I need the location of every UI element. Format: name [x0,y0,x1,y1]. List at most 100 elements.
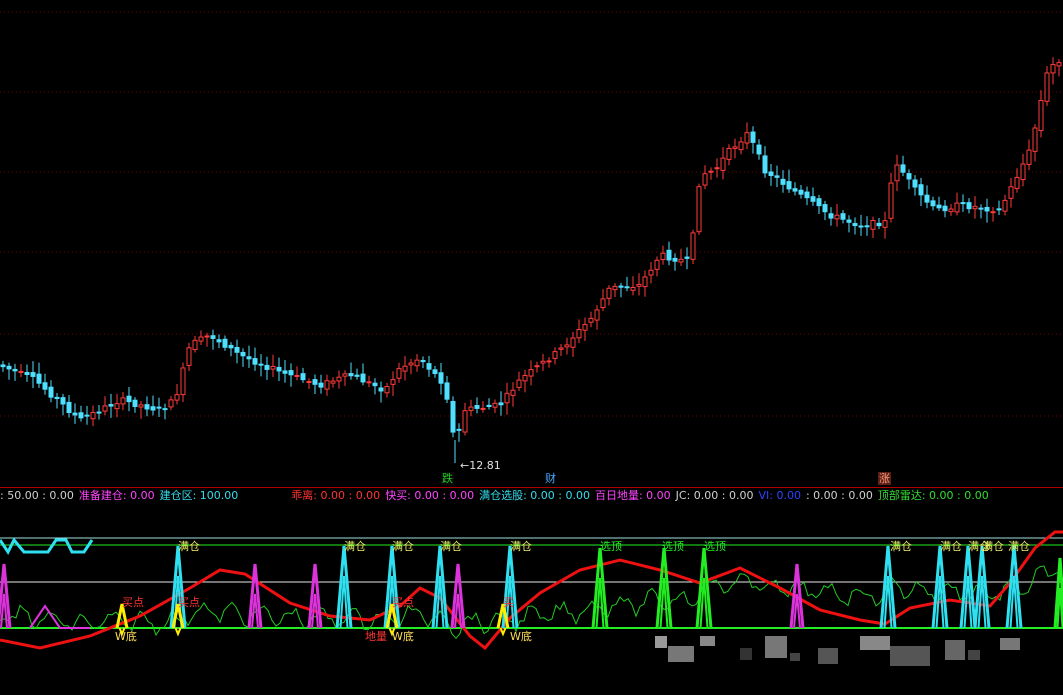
candle-down [942,205,948,212]
candle-down [924,194,930,203]
candle-up [594,309,600,321]
candle-up [462,410,468,433]
candle-down [36,373,42,384]
candle-up [294,374,300,377]
candle-down [768,171,774,177]
candle-up [882,220,888,228]
redacted-block [890,646,930,666]
candle-up [114,403,120,410]
candle-down [0,364,6,368]
label-select-top: 选顶 [662,540,684,553]
candle-up [534,365,540,368]
candle-up [516,379,522,388]
label-w-bottom: W底 [115,629,137,643]
candle-up [648,269,654,276]
event-badge-rise[interactable]: 涨 [878,472,891,485]
candle-down [312,379,318,385]
candle-down [780,178,786,185]
candle-down [822,204,828,213]
candle-up [480,407,486,410]
candle-down [918,184,924,196]
candle-down [906,173,912,180]
kline-svg [0,11,1063,463]
candle-down [6,365,12,370]
label-buy-point: 买点 [122,596,144,609]
candle-up [306,381,312,384]
candle-up [714,167,720,170]
candle-down [858,225,864,228]
label-full-position: 满仓 [344,539,366,553]
candle-up [732,146,738,149]
candle-down [234,346,240,353]
label-buy-point: 买点 [392,596,414,609]
candle-down [624,286,630,289]
candle-down [66,401,72,414]
redacted-block [968,650,980,660]
candle-up [678,258,684,263]
candle-up [1050,63,1056,74]
candle-down [474,405,480,409]
candle-up [138,404,144,408]
candle-down [684,256,690,259]
redacted-block [740,648,752,660]
candle-down [354,374,360,377]
candle-up [396,368,402,379]
candle-up [546,360,552,363]
candle-down [156,406,162,409]
candle-up [522,374,528,382]
redacted-block [860,636,890,650]
candle-down [762,155,768,174]
candle-up [954,202,960,213]
candle-up [102,405,108,412]
candle-down [24,371,30,376]
candle-down [264,364,270,370]
candle-up [582,324,588,331]
candle-down [774,175,780,178]
candle-up [168,399,174,408]
candle-down [288,370,294,376]
candle-down [978,207,984,210]
candle-down [666,249,672,261]
event-badge-finance[interactable]: 财 [544,472,557,485]
candle-up [660,252,666,261]
candle-down [84,414,90,417]
candle-up [948,208,954,213]
candle-up [402,365,408,372]
candle-down [360,373,366,383]
candle-down [252,358,258,365]
candle-up [1044,72,1050,102]
label-ground-volume: 地量 [365,630,387,643]
candle-down [846,219,852,223]
candle-down [48,386,54,398]
candle-down [486,404,492,407]
candle-up [90,411,96,420]
candle-up [1038,100,1044,132]
candle-up [510,389,516,396]
candle-up [990,211,996,214]
candle-down [228,344,234,349]
candle-down [798,189,804,195]
candle-down [828,213,834,219]
indicator-panel[interactable]: 满仓 满仓 满仓 满仓 满仓 满仓 满仓 满仓 满仓 满仓 选顶 选顶 选顶 买点 买点 买点买 W底 W底 W底地… [0,488,1063,691]
candle-up [564,344,570,348]
candlestick-chart[interactable]: ←12.81 跌 财 涨 [0,0,1063,487]
candle-down [912,179,918,188]
candle-up [888,182,894,219]
candle-up [18,370,24,373]
redacted-block [700,636,715,646]
candle-down [996,208,1002,211]
candle-up [630,286,636,291]
event-badge-fall[interactable]: 跌 [441,472,454,485]
candle-down [420,359,426,363]
candle-down [126,395,132,403]
candle-down [852,223,858,227]
candle-up [708,170,714,173]
redacted-block [668,646,694,662]
candle-up [414,359,420,367]
candle-down [840,213,846,220]
candle-up [504,392,510,404]
candle-up [1008,186,1014,199]
label-select-top: 选顶 [600,540,622,553]
label-full-position: 满仓 [440,539,462,553]
candle-up [612,285,618,291]
